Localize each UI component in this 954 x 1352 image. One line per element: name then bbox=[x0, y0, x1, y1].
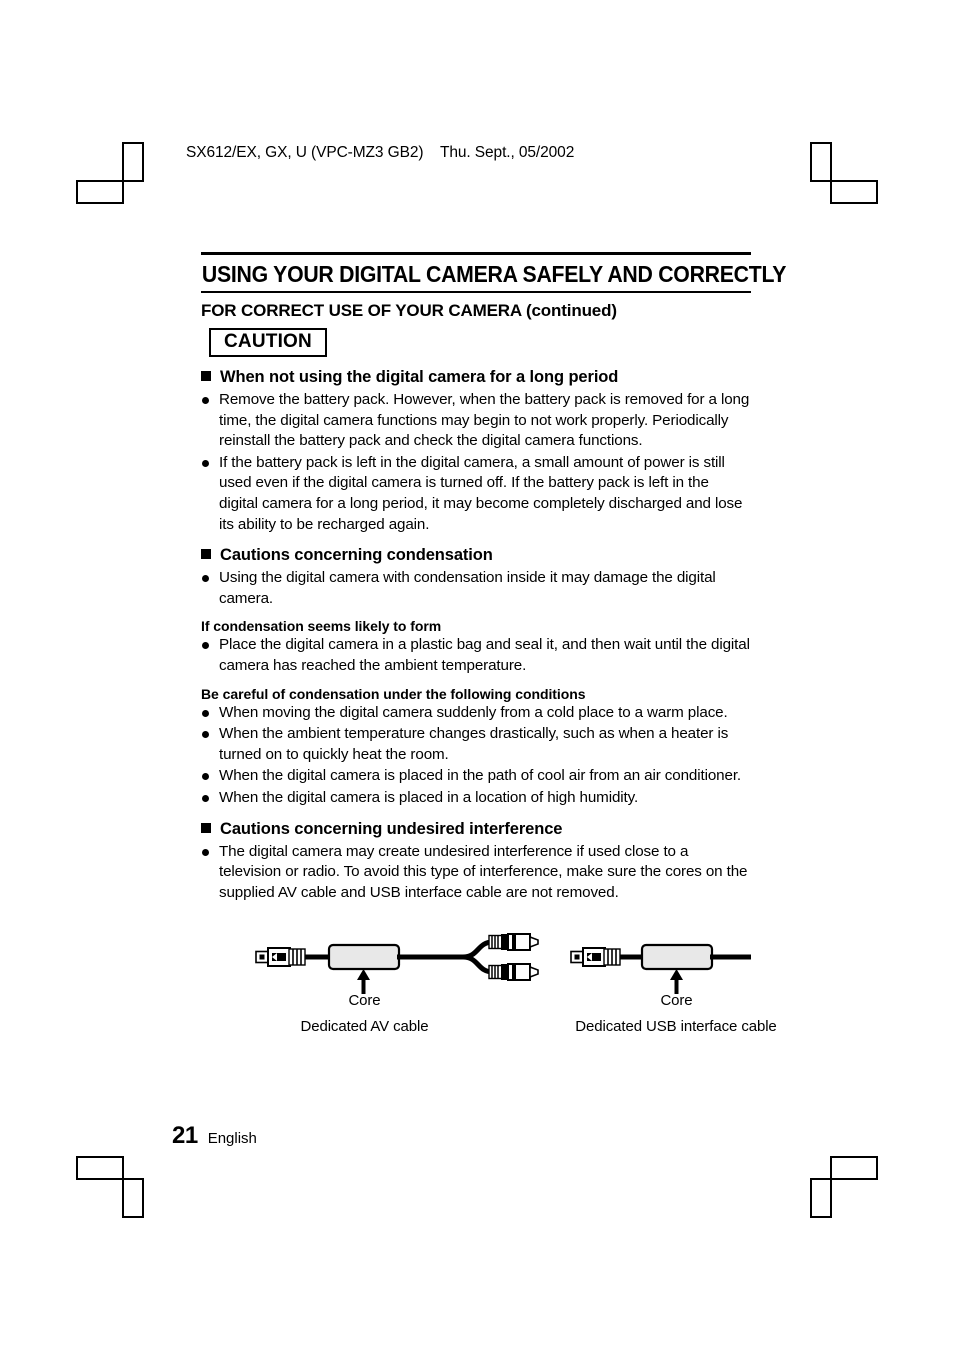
round-bullet-icon bbox=[202, 731, 209, 739]
round-bullet-icon bbox=[202, 575, 209, 583]
av-core-caption: Core bbox=[348, 992, 381, 1009]
page-content: USING YOUR DIGITAL CAMERA SAFELY AND COR… bbox=[201, 252, 787, 904]
page-language: English bbox=[207, 1130, 257, 1147]
bullet-list-condensation-likely: Place the digital camera in a plastic ba… bbox=[201, 635, 751, 676]
list-item-text: The digital camera may create undesired … bbox=[219, 842, 748, 901]
list-item: When moving the digital camera suddenly … bbox=[201, 703, 751, 724]
section-heading-long-period: When not using the digital camera for a … bbox=[201, 368, 751, 387]
list-item: Using the digital camera with condensati… bbox=[201, 568, 751, 609]
page-number: 21 bbox=[172, 1122, 198, 1149]
list-item-text: Using the digital camera with condensati… bbox=[219, 569, 716, 607]
crop-mark-vertical-bar bbox=[122, 1178, 144, 1218]
list-item-text: Remove the battery pack. However, when t… bbox=[219, 391, 750, 450]
list-item-text: When the ambient temperature changes dra… bbox=[219, 725, 729, 763]
crop-mark-horizontal-bar bbox=[830, 180, 878, 204]
running-head: SX612/EX, GX, U (VPC-MZ3 GB2) Thu. Sept.… bbox=[186, 144, 575, 161]
list-item-text: If the battery pack is left in the digit… bbox=[219, 453, 743, 533]
page-footer: 21 English bbox=[172, 1122, 257, 1150]
cable-diagram-figure: Core Core Dedicated AV cable Dedicated U… bbox=[201, 930, 777, 1045]
usb-cable-illustration bbox=[570, 943, 751, 994]
round-bullet-icon bbox=[202, 459, 209, 467]
section-heading-label: When not using the digital camera for a … bbox=[220, 368, 619, 386]
usb-core-caption: Core bbox=[660, 992, 693, 1009]
crop-mark-vertical-bar bbox=[810, 142, 832, 182]
subheading-condensation-conditions: Be careful of condensation under the fol… bbox=[201, 685, 586, 702]
usb-core-arrow bbox=[670, 969, 683, 994]
section-heading-label: Cautions concerning condensation bbox=[220, 546, 493, 565]
caution-badge: CAUTION bbox=[209, 328, 327, 357]
list-item: Place the digital camera in a plastic ba… bbox=[201, 635, 751, 676]
section-heading-condensation: Cautions concerning condensation bbox=[201, 546, 751, 565]
round-bullet-icon bbox=[202, 794, 209, 802]
list-item: When the digital camera is placed in the… bbox=[201, 766, 751, 787]
list-item: The digital camera may create undesired … bbox=[201, 842, 751, 904]
crop-mark-bottom-left bbox=[76, 1156, 164, 1218]
section-heading-interference: Cautions concerning undesired interferen… bbox=[201, 820, 751, 839]
page-title: USING YOUR DIGITAL CAMERA SAFELY AND COR… bbox=[201, 261, 787, 287]
list-item-text: Place the digital camera in a plastic ba… bbox=[219, 636, 750, 674]
square-bullet-icon bbox=[201, 822, 211, 833]
list-item: Remove the battery pack. However, when t… bbox=[201, 390, 751, 452]
crop-mark-bottom-right bbox=[810, 1156, 898, 1218]
section-heading-label: Cautions concerning undesired interferen… bbox=[220, 819, 563, 838]
list-item-text: When the digital camera is placed in a l… bbox=[219, 788, 639, 806]
cable-diagram-svg bbox=[255, 933, 751, 994]
crop-mark-horizontal-bar bbox=[76, 1156, 124, 1180]
list-item-text: When the digital camera is placed in the… bbox=[219, 767, 742, 785]
round-bullet-icon bbox=[202, 848, 209, 856]
round-bullet-icon bbox=[202, 709, 209, 717]
av-cable-caption: Dedicated AV cable bbox=[300, 1018, 429, 1035]
round-bullet-icon bbox=[202, 773, 209, 781]
crop-mark-horizontal-bar bbox=[76, 180, 124, 204]
av-cable-illustration bbox=[255, 933, 539, 994]
crop-mark-vertical-bar bbox=[810, 1178, 832, 1218]
crop-mark-horizontal-bar bbox=[830, 1156, 878, 1180]
crop-mark-top-left bbox=[76, 142, 164, 204]
bullet-list-interference: The digital camera may create undesired … bbox=[201, 842, 751, 904]
square-bullet-icon bbox=[201, 549, 211, 560]
list-item: When the ambient temperature changes dra… bbox=[201, 724, 751, 765]
list-item: If the battery pack is left in the digit… bbox=[201, 453, 751, 535]
round-bullet-icon bbox=[202, 397, 209, 404]
list-item: When the digital camera is placed in a l… bbox=[201, 788, 751, 809]
av-core-arrow bbox=[357, 969, 370, 994]
av-ferrite-core bbox=[327, 943, 401, 971]
crop-mark-vertical-bar bbox=[122, 142, 144, 182]
crop-mark-top-right bbox=[810, 142, 898, 204]
usb-cable-caption: Dedicated USB interface cable bbox=[575, 1018, 777, 1035]
round-bullet-icon bbox=[202, 642, 209, 650]
square-bullet-icon bbox=[201, 371, 211, 381]
list-item-text: When moving the digital camera suddenly … bbox=[219, 703, 728, 721]
rca-plug-upper bbox=[488, 933, 539, 951]
usb-ferrite-core bbox=[640, 943, 714, 971]
bullet-list-condensation-conditions: When moving the digital camera suddenly … bbox=[201, 703, 751, 809]
bullet-list-long-period: Remove the battery pack. However, when t… bbox=[201, 390, 751, 535]
subheading-condensation-likely: If condensation seems likely to form bbox=[201, 618, 442, 635]
rca-plug-lower bbox=[488, 963, 539, 981]
section-subtitle: FOR CORRECT USE OF YOUR CAMERA (continue… bbox=[201, 301, 617, 320]
bullet-list-condensation: Using the digital camera with condensati… bbox=[201, 568, 751, 609]
